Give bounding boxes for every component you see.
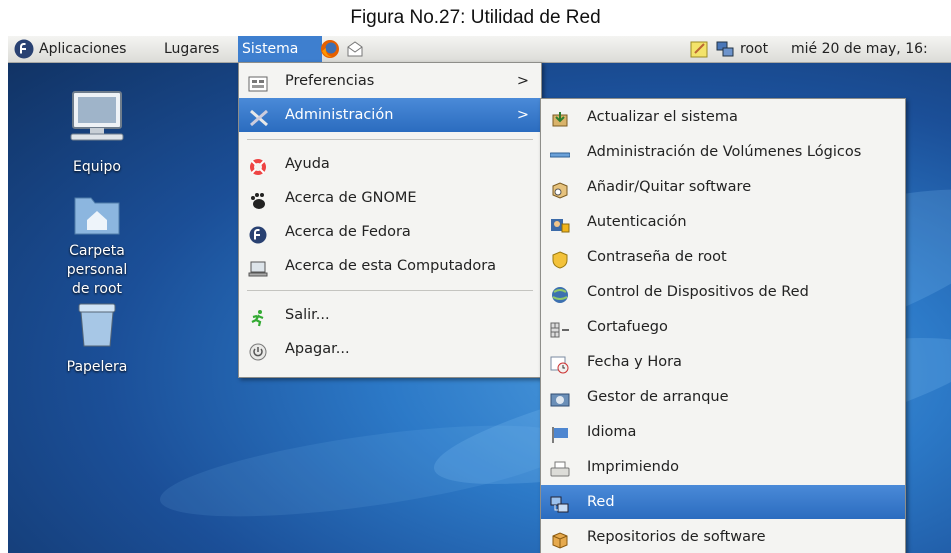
menu-item-administration[interactable]: Administración > <box>239 98 541 132</box>
flag-icon <box>550 423 570 443</box>
menu-item-logout[interactable]: Salir... <box>239 298 541 332</box>
notes-icon[interactable] <box>685 36 713 62</box>
computer-icon <box>70 91 124 141</box>
network-status-icon[interactable] <box>711 36 739 62</box>
desktop-icon-home-folder[interactable]: Carpeta personal de root <box>37 188 157 299</box>
trash-icon <box>78 303 116 347</box>
menu-item-authentication[interactable]: Autenticación <box>541 205 905 239</box>
menu-separator <box>247 290 533 291</box>
wallpaper-streak <box>155 407 581 535</box>
desktop-icon-trash[interactable]: Papelera <box>37 298 157 377</box>
network-icon <box>550 493 570 513</box>
desktop-icon-computer[interactable]: Equipo <box>37 88 157 177</box>
mail-icon[interactable] <box>341 36 369 62</box>
tools-icon <box>248 106 268 127</box>
package-icon <box>550 178 570 199</box>
menu-item-lvm[interactable]: Administración de Volúmenes Lógicos <box>541 135 905 169</box>
menu-item-printing[interactable]: Imprimiendo <box>541 450 905 484</box>
menu-item-boot-manager[interactable]: Gestor de arranque <box>541 380 905 414</box>
menu-item-about-gnome[interactable]: Acerca de GNOME <box>239 181 541 215</box>
menu-item-about-computer[interactable]: Acerca de esta Computadora <box>239 249 541 283</box>
top-panel: Aplicaciones Lugares Sistema root mié 20… <box>8 36 951 63</box>
applications-menu[interactable]: Aplicaciones <box>35 36 130 62</box>
menu-item-preferences[interactable]: Preferencias > <box>239 64 541 98</box>
clock[interactable]: mié 20 de may, 16: <box>787 36 932 62</box>
network-globe-icon <box>550 283 570 303</box>
badge-icon <box>550 248 570 269</box>
software-update-icon <box>550 108 570 127</box>
fedora-logo-icon[interactable] <box>10 36 38 62</box>
places-menu[interactable]: Lugares <box>160 36 223 62</box>
gnome-foot-icon <box>248 189 268 209</box>
menu-separator <box>247 139 533 140</box>
figure-caption: Figura No.27: Utilidad de Red <box>350 7 601 28</box>
fedora-icon <box>248 223 268 244</box>
menu-item-language[interactable]: Idioma <box>541 415 905 449</box>
menu-item-help[interactable]: Ayuda <box>239 147 541 181</box>
menu-item-network-devices[interactable]: Control de Dispositivos de Red <box>541 275 905 309</box>
menu-item-about-fedora[interactable]: Acerca de Fedora <box>239 215 541 249</box>
firewall-icon <box>550 318 570 338</box>
desktop-icon-label: Equipo <box>73 159 121 175</box>
desktop-icon-label: de root <box>71 281 123 297</box>
menu-item-software-repositories[interactable]: Repositorios de software <box>541 520 905 553</box>
firefox-icon[interactable] <box>316 36 344 62</box>
lifebuoy-icon <box>248 155 268 175</box>
desktop-icon-label: Papelera <box>66 359 128 375</box>
desktop-icon-label: Carpeta personal <box>66 243 128 278</box>
system-menu[interactable]: Sistema <box>238 36 322 62</box>
home-folder-icon <box>74 197 120 235</box>
preferences-icon <box>248 72 268 92</box>
menu-item-shutdown[interactable]: Apagar... <box>239 332 541 366</box>
clock-calendar-icon <box>550 353 570 374</box>
menu-item-date-time[interactable]: Fecha y Hora <box>541 345 905 379</box>
menu-item-root-password[interactable]: Contraseña de root <box>541 240 905 274</box>
boot-manager-icon <box>550 388 570 407</box>
printer-icon <box>550 458 570 477</box>
running-man-icon <box>248 306 268 327</box>
desktop: Aplicaciones Lugares Sistema root mié 20… <box>8 36 951 553</box>
disk-volume-icon <box>549 143 571 161</box>
menu-item-update-system[interactable]: Actualizar el sistema <box>541 100 905 134</box>
administration-submenu: Actualizar el sistema Administración de … <box>540 98 906 553</box>
authentication-icon <box>550 213 570 233</box>
user-name[interactable]: root <box>736 36 772 62</box>
laptop-icon <box>248 257 268 277</box>
chevron-right-icon: > <box>516 107 529 123</box>
menu-item-network[interactable]: Red <box>541 485 905 519</box>
repository-icon <box>550 528 570 549</box>
menu-item-firewall[interactable]: Cortafuego <box>541 310 905 344</box>
chevron-right-icon: > <box>516 73 529 89</box>
system-menu-dropdown: Preferencias > Administración > Ayuda Ac… <box>238 62 542 378</box>
menu-item-add-remove-software[interactable]: Añadir/Quitar software <box>541 170 905 204</box>
power-icon <box>248 340 268 361</box>
